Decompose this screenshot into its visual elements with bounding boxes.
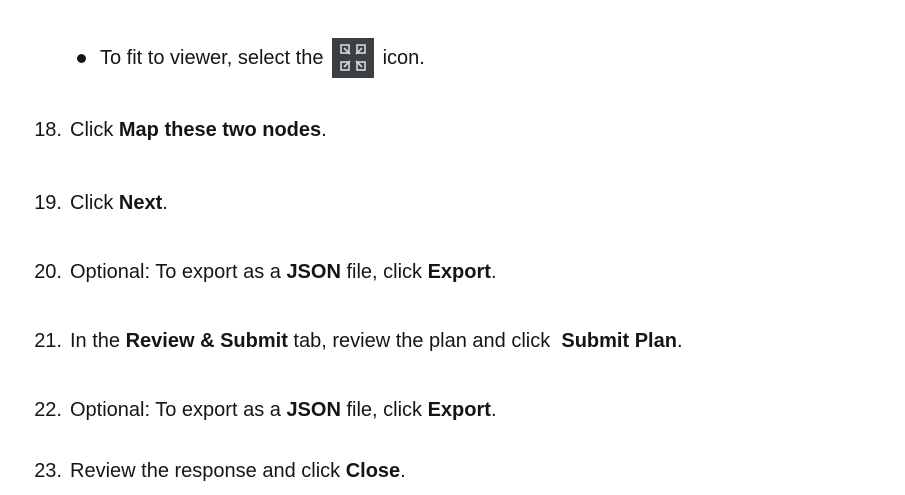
step-number: 21. — [34, 330, 62, 352]
step-text: tab, review the plan and click — [287, 330, 562, 352]
ui-term-export: Export — [427, 261, 491, 283]
step-text: file, click — [340, 261, 428, 283]
bullet-text-after: icon. — [382, 46, 425, 69]
term-json: JSON — [286, 399, 341, 421]
step-19: 19. Click Next. — [0, 189, 168, 217]
fit-to-viewer-icon — [332, 38, 374, 78]
step-text: Review the response and click — [70, 460, 346, 482]
bullet-dot — [77, 53, 86, 63]
step-text: . — [676, 330, 683, 352]
step-text: . — [490, 399, 497, 421]
step-21: 21. In the Review & Submit tab, review t… — [0, 327, 683, 355]
step-text: Optional: To export as a — [70, 261, 287, 283]
step-text: . — [321, 119, 327, 141]
step-22: 22. Optional: To export as a JSON file, … — [0, 396, 497, 424]
term-json: JSON — [286, 261, 341, 283]
ui-term-submit-plan: Submit Plan — [561, 330, 677, 352]
step-text: In the — [70, 330, 126, 352]
ui-term-map-these-two-nodes: Map these two nodes — [118, 119, 322, 141]
step-text: Click — [70, 119, 119, 141]
ui-term-export: Export — [427, 399, 491, 421]
step-text: . — [490, 261, 497, 283]
ui-term-next: Next — [118, 192, 163, 214]
step-number: 23. — [34, 460, 62, 482]
step-number: 19. — [34, 192, 62, 214]
step-18: 18. Click Map these two nodes. — [0, 116, 327, 144]
step-23: 23. Review the response and click Close. — [0, 457, 406, 485]
step-text: Click — [70, 192, 119, 214]
step-text: file, click — [340, 399, 428, 421]
step-number: 20. — [34, 261, 62, 283]
step-text: Optional: To export as a — [70, 399, 287, 421]
step-20: 20. Optional: To export as a JSON file, … — [0, 258, 497, 286]
bullet-text-before: To fit to viewer, select the — [100, 46, 324, 69]
step-text: . — [400, 460, 406, 482]
step-number: 18. — [34, 119, 62, 141]
ui-term-review-submit: Review & Submit — [125, 330, 288, 352]
step-number: 22. — [34, 399, 62, 421]
step-text: . — [162, 192, 168, 214]
ui-term-close: Close — [345, 460, 401, 482]
fit-to-viewer-bullet: To fit to viewer, select the icon. — [75, 38, 425, 78]
